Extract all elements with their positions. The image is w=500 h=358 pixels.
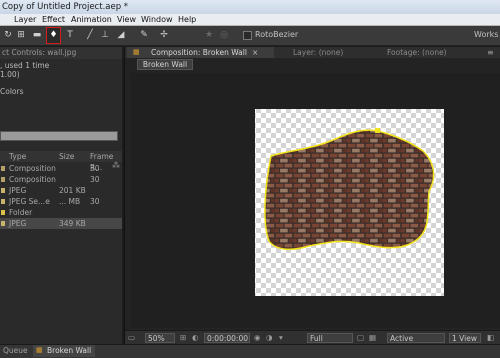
search-input[interactable] — [0, 131, 118, 141]
row-type: JPEG — [9, 219, 27, 228]
active-camera-dropdown[interactable]: Active Camera — [387, 333, 445, 353]
tab-footage[interactable]: Footage: (none) — [387, 47, 447, 58]
item-usage-info: , used 1 time — [0, 61, 50, 70]
project-row[interactable]: JPEG 201 KB — [0, 185, 122, 196]
project-row[interactable]: Folder — [0, 207, 122, 218]
comp-nav-button[interactable]: Broken Wall — [137, 59, 193, 70]
item-info-line: 1.00) — [0, 70, 20, 79]
row-size: 201 KB — [59, 186, 86, 195]
label-color-swatch — [1, 199, 5, 204]
menu-effect[interactable]: Effect — [42, 14, 65, 26]
rotobezier-checkbox[interactable] — [243, 31, 252, 40]
effect-controls-tab[interactable]: ct Controls: wall.jpg — [0, 47, 122, 59]
timeline-tab-broken-wall[interactable]: ▦ Broken Wall — [33, 345, 95, 357]
folder-icon — [1, 210, 5, 215]
menu-bar: Layer Effect Animation View Window Help — [0, 14, 500, 26]
row-type: JPEG — [9, 186, 27, 195]
project-panel: ct Controls: wall.jpg , used 1 time 1.00… — [0, 47, 122, 344]
composition-tab-label: Composition: Broken Wall — [151, 48, 247, 57]
row-type: Folder — [9, 208, 33, 217]
toggle-pixel-aspect-icon[interactable]: ◧ — [487, 333, 494, 343]
size-column-header[interactable]: Size — [59, 151, 74, 162]
row-type: JPEG Se...e — [9, 197, 50, 206]
tools-toolbar: ↻ ⊞ ▬ ♦ T ╱ ⊥ ◢ ✎ ✢ ★ ◎ RotoBezier Works — [0, 26, 500, 46]
always-preview-icon[interactable]: ▭ — [128, 333, 135, 343]
tab-layer[interactable]: Layer: (none) — [293, 47, 343, 58]
viewer-tab-bar: ▦ Composition: Broken Wall × Layer: (non… — [125, 47, 500, 58]
menu-window[interactable]: Window — [141, 14, 173, 26]
window-title: Copy of Untitled Project.aep * — [2, 2, 129, 12]
row-size: ... MB — [59, 197, 81, 206]
composition-viewer[interactable] — [131, 73, 500, 328]
resolution-dropdown[interactable]: Full — [307, 333, 353, 343]
row-frame-rate: 30 — [90, 164, 100, 173]
grid-overlay-icon[interactable]: ⊞ — [180, 333, 186, 343]
eye-icon: ◎ — [220, 30, 228, 40]
workspace-label[interactable]: Works — [474, 30, 498, 39]
row-frame-rate: 30 — [90, 197, 100, 206]
transparency-grid-icon[interactable]: ▦ — [369, 333, 376, 343]
pen-tool-icon[interactable]: ♦ — [46, 27, 61, 44]
show-channel-icon[interactable]: ◑ — [266, 333, 273, 343]
mask-visibility-icon[interactable]: ◐ — [192, 333, 199, 343]
current-time-display[interactable]: 0:00:00:00 — [204, 333, 250, 343]
star-icon: ★ — [204, 30, 214, 40]
rotate-tool-icon[interactable]: ↻ — [2, 29, 14, 42]
viewer-controls-bar: ▭ 50% ⊞ ◐ 0:00:00:00 ◉ ◑ ▾ Full ▢ ▦ Acti… — [125, 330, 500, 353]
timeline-tab-bar: Queue ▦ Broken Wall — [0, 344, 500, 358]
row-size: 349 KB — [59, 219, 86, 228]
menu-layer[interactable]: Layer — [14, 14, 36, 26]
item-colors-info: Colors — [0, 87, 24, 96]
project-row[interactable]: Composition 30 — [0, 174, 122, 185]
timeline-tab-label: Broken Wall — [47, 346, 92, 355]
close-tab-icon[interactable]: × — [252, 47, 258, 58]
label-color-swatch — [1, 177, 5, 182]
menu-icon[interactable]: ▦ — [133, 47, 140, 58]
type-tool-icon[interactable]: T — [64, 29, 76, 42]
composition-panel: ▦ Composition: Broken Wall × Layer: (non… — [124, 47, 500, 353]
row-type: Composition — [9, 175, 56, 184]
project-row-selected[interactable]: JPEG 349 KB — [0, 218, 122, 229]
row-type: Composition — [9, 164, 56, 173]
snapshot-icon[interactable]: ◉ — [254, 333, 261, 343]
view-layout-dropdown[interactable]: 1 View — [449, 333, 481, 343]
puppet-pin-tool-icon[interactable]: ✢ — [158, 29, 170, 42]
brush-tool-icon[interactable]: ╱ — [84, 29, 96, 42]
menu-icon[interactable]: ▦ — [36, 346, 43, 354]
type-column-header[interactable]: Type — [9, 151, 26, 162]
pan-behind-tool-icon[interactable]: ⊞ — [15, 29, 27, 42]
viewer-canvas — [255, 109, 444, 296]
label-color-swatch — [1, 166, 5, 171]
row-frame-rate: 30 — [90, 175, 100, 184]
rectangle-tool-icon[interactable]: ▬ — [31, 29, 43, 42]
panel-menu-icon[interactable]: ≡ — [487, 47, 494, 58]
channel-icon[interactable]: ▾ — [279, 333, 283, 343]
region-of-interest-icon[interactable]: ▢ — [357, 333, 364, 343]
column-header-row: Type Size Frame R... — [0, 151, 122, 172]
eraser-tool-icon[interactable]: ◢ — [115, 29, 127, 42]
menu-help[interactable]: Help — [178, 14, 196, 26]
label-color-swatch — [1, 221, 5, 226]
menu-animation[interactable]: Animation — [71, 14, 112, 26]
menu-view[interactable]: View — [117, 14, 136, 26]
magnification-dropdown[interactable]: 50% — [145, 333, 175, 343]
render-queue-tab[interactable]: Queue — [3, 346, 28, 355]
tab-composition[interactable]: ▦ Composition: Broken Wall × — [127, 47, 274, 58]
clone-stamp-tool-icon[interactable]: ⊥ — [99, 29, 111, 42]
label-color-swatch — [1, 188, 5, 193]
rotobezier-label: RotoBezier — [255, 30, 299, 39]
title-bar: Copy of Untitled Project.aep * — [0, 0, 500, 14]
mask-vertex-handle[interactable] — [375, 128, 380, 133]
project-row[interactable]: Composition 30 — [0, 163, 122, 174]
roto-brush-tool-icon[interactable]: ✎ — [138, 29, 150, 42]
project-row[interactable]: JPEG Se...e ... MB 30 — [0, 196, 122, 207]
